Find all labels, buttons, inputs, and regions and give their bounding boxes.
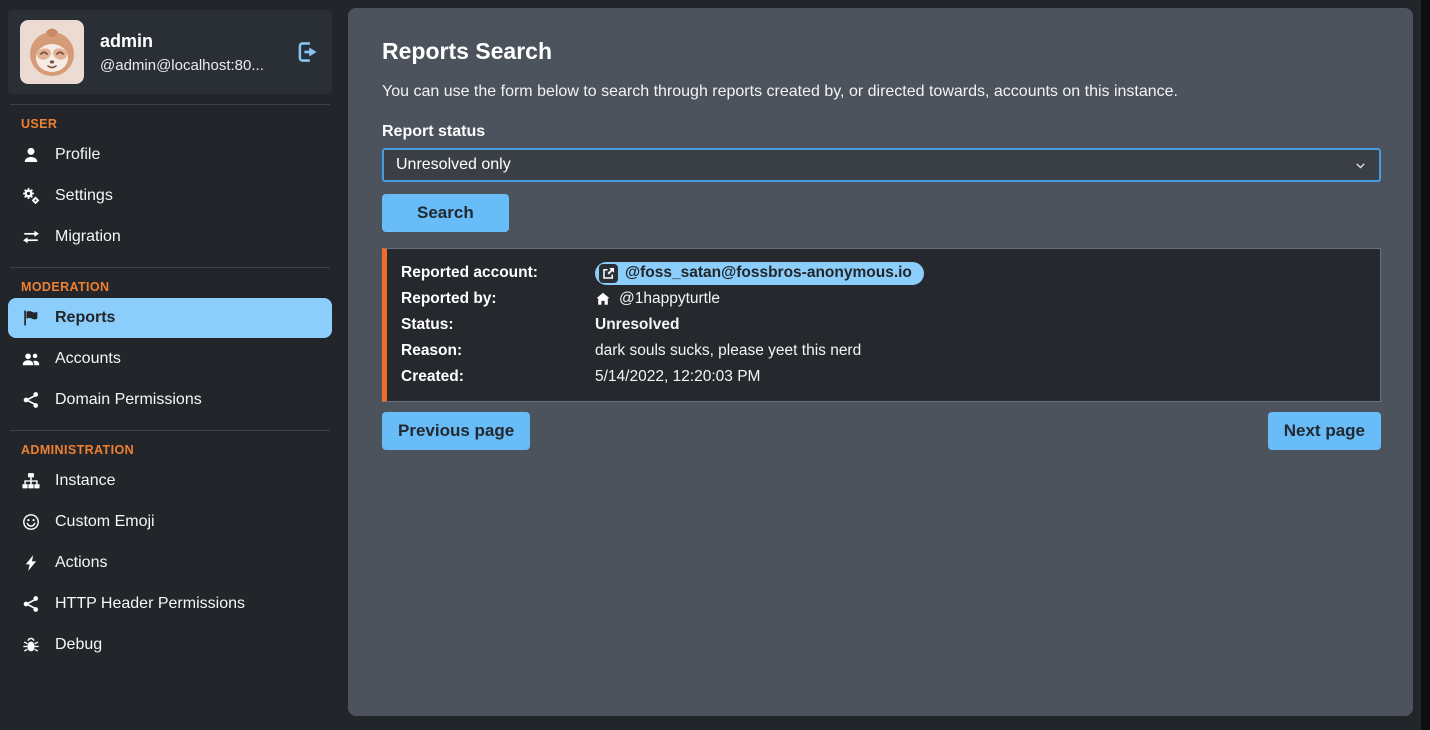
flag-icon <box>21 309 41 327</box>
previous-page-button[interactable]: Previous page <box>382 412 530 450</box>
user-handle: @admin@localhost:80... <box>100 57 280 74</box>
sidebar-item-label: Custom Emoji <box>55 513 155 531</box>
bug-icon <box>21 636 41 654</box>
sidebar-item-custom-emoji[interactable]: Custom Emoji <box>8 502 332 542</box>
sidebar-item-label: Instance <box>55 472 115 490</box>
user-card: admin @admin@localhost:80... <box>8 10 332 94</box>
row-label: Status: <box>401 316 595 334</box>
report-row: Created: 5/14/2022, 12:20:03 PM <box>401 364 1366 390</box>
users-icon <box>21 350 41 368</box>
chevron-down-icon <box>1354 159 1367 172</box>
row-label: Created: <box>401 368 595 386</box>
avatar <box>20 20 84 84</box>
divider <box>10 104 330 105</box>
report-row: Reported by: @1happyturtle <box>401 286 1366 312</box>
report-row: Status: Unresolved <box>401 312 1366 338</box>
report-status-select[interactable]: Unresolved only <box>382 148 1381 182</box>
app-window: admin @admin@localhost:80... USER Profil… <box>0 0 1430 730</box>
sidebar-item-label: Domain Permissions <box>55 391 202 409</box>
user-info: admin @admin@localhost:80... <box>100 31 280 74</box>
user-icon <box>21 146 41 164</box>
sidebar-item-instance[interactable]: Instance <box>8 461 332 501</box>
sign-out-icon[interactable] <box>296 40 320 64</box>
search-button[interactable]: Search <box>382 194 509 232</box>
reporter-handle: @1happyturtle <box>619 290 720 308</box>
sidebar-item-label: Migration <box>55 228 121 246</box>
report-status-selected-value: Unresolved only <box>396 156 1354 174</box>
row-label: Reported account: <box>401 264 595 282</box>
sidebar-item-label: Debug <box>55 636 102 654</box>
smile-icon <box>21 513 41 531</box>
report-reason-value: dark souls sucks, please yeet this nerd <box>595 342 1366 360</box>
sidebar-item-accounts[interactable]: Accounts <box>8 339 332 379</box>
next-page-button[interactable]: Next page <box>1268 412 1381 450</box>
sidebar-item-label: Settings <box>55 187 113 205</box>
section-header-moderation: MODERATION <box>21 280 332 294</box>
pagination: Previous page Next page <box>382 412 1381 450</box>
report-status-value: Unresolved <box>595 316 1366 334</box>
report-card[interactable]: Reported account: @foss_satan@fossbros-a… <box>382 248 1381 402</box>
sidebar: admin @admin@localhost:80... USER Profil… <box>0 0 345 730</box>
row-label: Reason: <box>401 342 595 360</box>
sidebar-item-actions[interactable]: Actions <box>8 543 332 583</box>
sidebar-item-profile[interactable]: Profile <box>8 135 332 175</box>
divider <box>10 267 330 268</box>
reported-account-handle: @foss_satan@fossbros-anonymous.io <box>625 264 912 282</box>
sidebar-item-http-header-permissions[interactable]: HTTP Header Permissions <box>8 584 332 624</box>
scrollbar[interactable] <box>1421 0 1430 730</box>
page-title: Reports Search <box>382 38 1381 65</box>
section-header-user: USER <box>21 117 332 131</box>
report-status-label: Report status <box>382 123 1381 141</box>
username: admin <box>100 31 280 52</box>
section-header-administration: ADMINISTRATION <box>21 443 332 457</box>
gears-icon <box>21 187 41 205</box>
home-icon <box>595 291 611 307</box>
sidebar-item-reports[interactable]: Reports <box>8 298 332 338</box>
sidebar-item-debug[interactable]: Debug <box>8 625 332 665</box>
sidebar-item-label: HTTP Header Permissions <box>55 595 245 613</box>
sidebar-item-domain-permissions[interactable]: Domain Permissions <box>8 380 332 420</box>
sidebar-item-label: Accounts <box>55 350 121 368</box>
sitemap-icon <box>21 472 41 490</box>
main-content: Reports Search You can use the form belo… <box>345 0 1421 730</box>
reports-panel: Reports Search You can use the form belo… <box>348 8 1413 716</box>
exchange-arrows-icon <box>21 228 41 246</box>
external-link-icon <box>599 264 618 283</box>
sidebar-item-label: Actions <box>55 554 107 572</box>
report-row: Reported account: @foss_satan@fossbros-a… <box>401 260 1366 286</box>
sidebar-item-label: Profile <box>55 146 100 164</box>
report-row: Reason: dark souls sucks, please yeet th… <box>401 338 1366 364</box>
bolt-icon <box>21 554 41 572</box>
share-nodes-icon <box>21 391 41 409</box>
sidebar-item-label: Reports <box>55 309 115 327</box>
page-description: You can use the form below to search thr… <box>382 83 1381 101</box>
sidebar-item-migration[interactable]: Migration <box>8 217 332 257</box>
sidebar-item-settings[interactable]: Settings <box>8 176 332 216</box>
divider <box>10 430 330 431</box>
reported-account-link[interactable]: @foss_satan@fossbros-anonymous.io <box>595 262 924 285</box>
report-created-value: 5/14/2022, 12:20:03 PM <box>595 368 1366 386</box>
row-label: Reported by: <box>401 290 595 308</box>
share-nodes-icon <box>21 595 41 613</box>
